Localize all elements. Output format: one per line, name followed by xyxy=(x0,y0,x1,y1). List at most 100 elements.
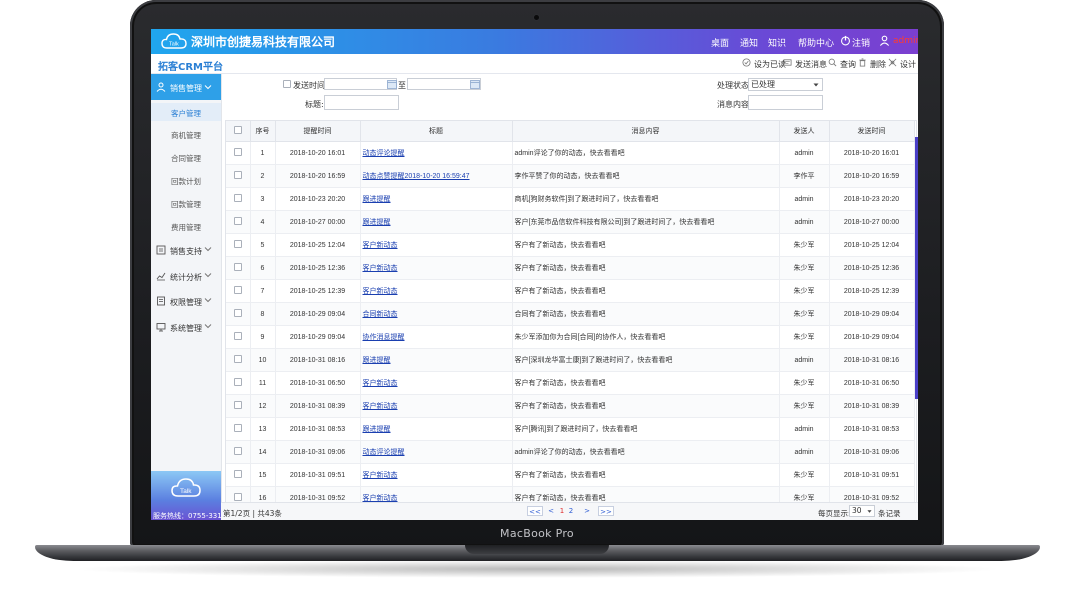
submenu-payment-plan[interactable]: 回款计划 xyxy=(171,176,201,187)
table-row[interactable]: 2 2018-10-20 16:59 动态点赞提醒2018-10-20 16:59:… xyxy=(226,164,915,188)
row-checkbox[interactable] xyxy=(233,401,242,409)
row-select-cell[interactable] xyxy=(226,233,251,257)
calendar-icon[interactable] xyxy=(387,79,397,89)
select-all-cell[interactable] xyxy=(226,121,251,142)
prev-page-button[interactable]: < xyxy=(547,506,555,516)
row-select-cell[interactable] xyxy=(226,417,251,441)
menu-permissions[interactable]: 权限管理 xyxy=(151,291,221,313)
check-circle-icon[interactable] xyxy=(742,58,751,67)
row-checkbox[interactable] xyxy=(233,447,242,455)
row-select-cell[interactable] xyxy=(226,210,251,234)
last-page-button[interactable]: >> xyxy=(598,506,614,516)
title-link[interactable]: 动态评论提醒 xyxy=(363,449,405,456)
title-link[interactable]: 跟进提醒 xyxy=(363,357,391,364)
table-row[interactable]: 10 2018-10-31 08:16 跟进提醒 客户[深圳龙华富士康]到了跟进时间了… xyxy=(226,348,915,372)
table-row[interactable]: 15 2018-10-31 09:51 客户新动态 客户有了新动态，快去看看吧 朱少军 2… xyxy=(226,463,915,487)
nav-knowledge[interactable]: 知识 xyxy=(768,36,786,49)
title-link[interactable]: 客户新动态 xyxy=(363,495,398,502)
row-checkbox[interactable] xyxy=(233,286,242,294)
current-user[interactable]: admin xyxy=(893,36,918,46)
row-checkbox[interactable] xyxy=(233,332,242,340)
query-button[interactable]: 查询 xyxy=(840,59,856,70)
row-select-cell[interactable] xyxy=(226,302,251,326)
page-1-button[interactable]: 1 xyxy=(558,506,566,516)
submenu-expenses[interactable]: 费用管理 xyxy=(171,222,201,233)
table-row[interactable]: 5 2018-10-25 12:04 客户新动态 客户有了新动态，快去看看吧 朱少军 20… xyxy=(226,233,915,257)
row-select-cell[interactable] xyxy=(226,486,251,502)
first-page-button[interactable]: << xyxy=(527,506,543,516)
table-row[interactable]: 7 2018-10-25 12:39 客户新动态 客户有了新动态，快去看看吧 朱少军 20… xyxy=(226,279,915,303)
row-select-cell[interactable] xyxy=(226,141,251,165)
row-checkbox[interactable] xyxy=(233,309,242,317)
nav-help[interactable]: 帮助中心 xyxy=(798,36,834,49)
title-link[interactable]: 客户新动态 xyxy=(363,403,398,410)
row-checkbox[interactable] xyxy=(233,148,242,156)
calendar-icon[interactable] xyxy=(470,79,480,89)
nav-logout[interactable]: 注销 xyxy=(852,36,870,49)
table-row[interactable]: 16 2018-10-31 09:52 客户新动态 客户有了新动态，快去看看吧 朱少军 2… xyxy=(226,486,915,502)
title-link[interactable]: 动态点赞提醒2018-10-20 16:59:47 xyxy=(363,173,470,180)
table-row[interactable]: 12 2018-10-31 08:39 客户新动态 客户有了新动态，快去看看吧 朱少军 2… xyxy=(226,394,915,418)
message-icon[interactable] xyxy=(783,58,792,67)
per-page-select[interactable]: 30 xyxy=(849,505,875,517)
table-row[interactable]: 1 2018-10-20 16:01 动态评论提醒 admin评论了你的动态，快去看看… xyxy=(226,141,915,165)
user-icon[interactable] xyxy=(879,35,890,46)
menu-statistics[interactable]: 统计分析 xyxy=(151,266,221,288)
title-link[interactable]: 客户新动态 xyxy=(363,242,398,249)
row-checkbox[interactable] xyxy=(233,378,242,386)
title-link[interactable]: 客户新动态 xyxy=(363,380,398,387)
menu-sales-support[interactable]: 销售支持 xyxy=(151,240,221,262)
table-row[interactable]: 8 2018-10-29 09:04 合同新动态 合同有了新动态，快去看看吧 朱少军 20… xyxy=(226,302,915,326)
table-row[interactable]: 4 2018-10-27 00:00 跟进提醒 客户[东莞市品信软件科技有限公司]到了… xyxy=(226,210,915,234)
table-row[interactable]: 3 2018-10-23 20:20 跟进提醒 商机[狗财务软件]到了跟进时间了，快去… xyxy=(226,187,915,211)
table-row[interactable]: 9 2018-10-29 09:04 协作消息提醒 朱少军添加你为合同[合同]的协作人… xyxy=(226,325,915,349)
submenu-payments[interactable]: 回款管理 xyxy=(171,199,201,210)
table-row[interactable]: 14 2018-10-31 09:06 动态评论提醒 admin评论了你的动态，快去看… xyxy=(226,440,915,464)
send-message-button[interactable]: 发送消息 xyxy=(795,59,827,70)
row-checkbox[interactable] xyxy=(233,263,242,271)
row-select-cell[interactable] xyxy=(226,187,251,211)
row-checkbox[interactable] xyxy=(233,424,242,432)
page-2-button[interactable]: 2 xyxy=(567,506,575,516)
title-input[interactable] xyxy=(324,95,399,110)
filter-time-checkbox[interactable] xyxy=(283,80,291,88)
title-link[interactable]: 跟进提醒 xyxy=(363,426,391,433)
row-select-cell[interactable] xyxy=(226,279,251,303)
menu-system[interactable]: 系统管理 xyxy=(151,317,221,339)
row-select-cell[interactable] xyxy=(226,463,251,487)
content-input[interactable] xyxy=(748,95,823,110)
title-link[interactable]: 动态评论提醒 xyxy=(363,150,405,157)
menu-sales[interactable]: 销售管理 xyxy=(151,74,221,100)
row-checkbox[interactable] xyxy=(233,470,242,478)
row-select-cell[interactable] xyxy=(226,325,251,349)
scrollbar[interactable] xyxy=(915,137,918,399)
row-select-cell[interactable] xyxy=(226,256,251,280)
row-select-cell[interactable] xyxy=(226,371,251,395)
row-checkbox[interactable] xyxy=(233,355,242,363)
trash-icon[interactable] xyxy=(858,58,867,67)
row-checkbox[interactable] xyxy=(233,194,242,202)
submenu-customers[interactable]: 客户管理 xyxy=(171,108,201,119)
row-checkbox[interactable] xyxy=(233,493,242,501)
table-row[interactable]: 11 2018-10-31 06:50 客户新动态 客户有了新动态，快去看看吧 朱少军 2… xyxy=(226,371,915,395)
nav-notice[interactable]: 通知 xyxy=(740,36,758,49)
title-link[interactable]: 客户新动态 xyxy=(363,288,398,295)
title-link[interactable]: 合同新动态 xyxy=(363,311,398,318)
table-row[interactable]: 6 2018-10-25 12:36 客户新动态 客户有了新动态，快去看看吧 朱少军 20… xyxy=(226,256,915,280)
submenu-contracts[interactable]: 合同管理 xyxy=(171,153,201,164)
power-icon[interactable] xyxy=(840,35,851,46)
row-checkbox[interactable] xyxy=(233,240,242,248)
row-select-cell[interactable] xyxy=(226,164,251,188)
table-row[interactable]: 13 2018-10-31 08:53 跟进提醒 客户[腾讯]到了跟进时间了，快去看看… xyxy=(226,417,915,441)
title-link[interactable]: 客户新动态 xyxy=(363,472,398,479)
row-select-cell[interactable] xyxy=(226,440,251,464)
mark-read-button[interactable]: 设为已读 xyxy=(754,59,786,70)
title-link[interactable]: 跟进提醒 xyxy=(363,219,391,226)
status-select[interactable]: 已处理 xyxy=(748,78,823,91)
row-checkbox[interactable] xyxy=(233,217,242,225)
design-icon[interactable] xyxy=(888,58,897,67)
submenu-opportunities[interactable]: 商机管理 xyxy=(171,130,201,141)
title-link[interactable]: 协作消息提醒 xyxy=(363,334,405,341)
search-icon[interactable] xyxy=(828,58,837,67)
nav-desktop[interactable]: 桌面 xyxy=(711,36,729,49)
